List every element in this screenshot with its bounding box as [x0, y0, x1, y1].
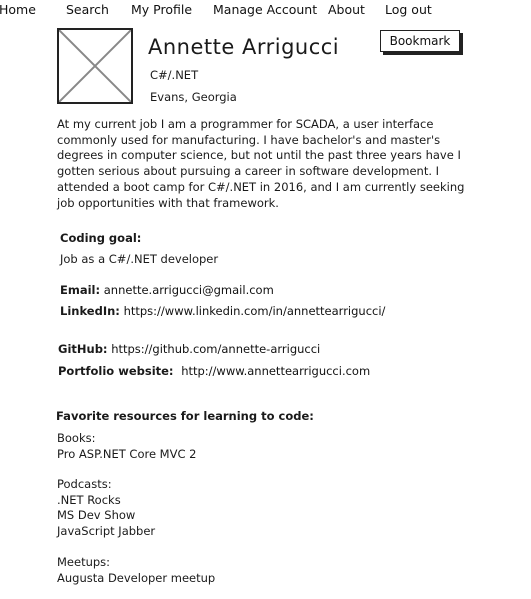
- portfolio-label: Portfolio website:: [58, 364, 174, 378]
- nav-home-link[interactable]: Home: [0, 2, 36, 17]
- nav-my-profile-link[interactable]: My Profile: [131, 2, 192, 17]
- github-row: GitHub: https://github.com/annette-arrig…: [58, 342, 320, 356]
- nav-manage-account-link[interactable]: Manage Account: [213, 2, 317, 17]
- resources-heading: Favorite resources for learning to code:: [56, 409, 314, 423]
- linkedin-row: LinkedIn: https://www.linkedin.com/in/an…: [60, 304, 385, 318]
- profile-name: Annette Arrigucci: [148, 35, 340, 59]
- nav-about-link[interactable]: About: [328, 2, 365, 17]
- github-link[interactable]: https://github.com/annette-arrigucci: [111, 342, 320, 356]
- coding-goal-label: Coding goal:: [60, 231, 142, 245]
- linkedin-link[interactable]: https://www.linkedin.com/in/annettearrig…: [124, 304, 386, 318]
- nav-log-out-link[interactable]: Log out: [385, 2, 432, 17]
- email-label: Email:: [60, 283, 101, 297]
- image-placeholder-icon: [58, 29, 132, 103]
- resources-podcasts: Podcasts: .NET Rocks MS Dev Show JavaScr…: [57, 477, 156, 539]
- avatar-placeholder-image: [57, 28, 133, 104]
- profile-location: Evans, Georgia: [150, 90, 237, 104]
- resources-books: Books: Pro ASP.NET Core MVC 2: [57, 431, 197, 461]
- coding-goal-value: Job as a C#/.NET developer: [60, 252, 219, 266]
- profile-tech: C#/.NET: [150, 68, 199, 82]
- portfolio-link[interactable]: http://www.annettearrigucci.com: [181, 364, 370, 378]
- resources-meetups: Meetups: Augusta Developer meetup: [57, 555, 216, 585]
- profile-bio: At my current job I am a programmer for …: [57, 117, 465, 210]
- portfolio-row: Portfolio website: http://www.annettearr…: [58, 364, 370, 378]
- linkedin-label: LinkedIn:: [60, 304, 120, 318]
- bookmark-button[interactable]: Bookmark: [380, 30, 460, 52]
- email-link[interactable]: annette.arrigucci@gmail.com: [104, 283, 274, 297]
- email-row: Email: annette.arrigucci@gmail.com: [60, 283, 274, 297]
- github-label: GitHub:: [58, 342, 108, 356]
- nav-search-link[interactable]: Search: [66, 2, 109, 17]
